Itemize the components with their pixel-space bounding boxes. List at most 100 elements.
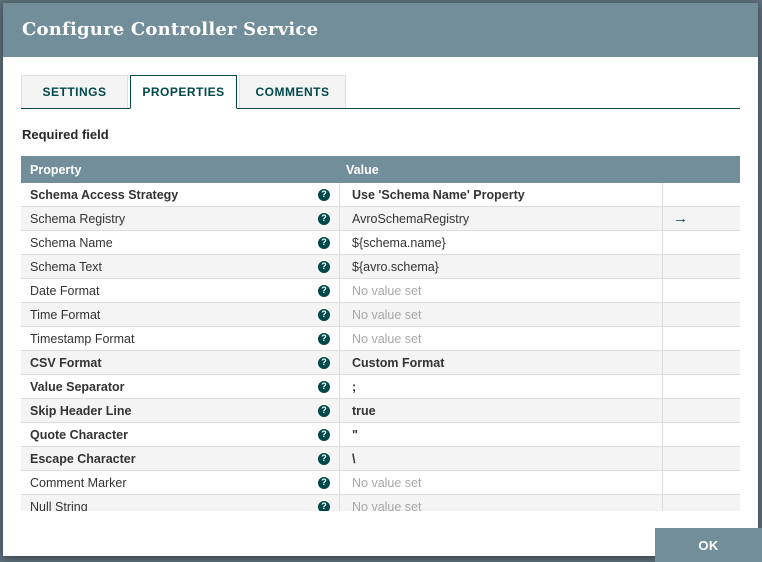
property-name: Escape Character [30,451,136,466]
action-cell [662,471,740,494]
action-cell [662,447,740,470]
property-name-cell: Skip Header Line? [21,399,340,422]
table-row[interactable]: Schema Name? ${schema.name} [21,231,740,255]
property-name: Schema Text [30,259,103,274]
help-icon[interactable]: ? [318,428,330,441]
help-icon[interactable]: ? [318,452,330,465]
help-icon[interactable]: ? [318,380,330,393]
property-name: CSV Format [30,355,102,370]
property-name: Skip Header Line [30,403,132,418]
help-icon[interactable]: ? [318,260,330,273]
table-row[interactable]: Time Format? No value set [21,303,740,327]
property-name-cell: CSV Format? [21,351,340,374]
table-row[interactable]: Timestamp Format? No value set [21,327,740,351]
action-cell[interactable]: → [662,207,740,230]
property-name-cell: Schema Registry? [21,207,340,230]
action-cell [662,231,740,254]
property-name: Null String [30,499,88,512]
property-value-cell[interactable]: \ [340,447,662,470]
column-header-value: Value [346,162,379,177]
table-row[interactable]: Schema Text? ${avro.schema} [21,255,740,279]
property-name-cell: Schema Name? [21,231,340,254]
property-name: Schema Access Strategy [30,187,179,202]
action-cell [662,183,740,206]
table-header-row: Property Value [21,156,740,183]
property-value-cell[interactable]: No value set [340,471,662,494]
property-value-cell[interactable]: Custom Format [340,351,662,374]
property-value-cell[interactable]: ; [340,375,662,398]
property-name-cell: Escape Character? [21,447,340,470]
configure-controller-service-dialog: Configure Controller Service SETTINGS PRO… [3,3,758,556]
screen-backdrop: Configure Controller Service SETTINGS PRO… [0,0,762,562]
table-row[interactable]: Skip Header Line? true [21,399,740,423]
property-name: Schema Registry [30,211,126,226]
dialog-content: SETTINGS PROPERTIES COMMENTS Required fiel… [3,74,758,511]
table-row[interactable]: Value Separator?; [21,375,740,399]
property-table-body: Schema Access Strategy? Use 'Schema Name'… [21,183,740,511]
property-name: Value Separator [30,379,125,394]
help-icon[interactable]: ? [318,308,330,321]
property-name-cell: Time Format? [21,303,340,326]
table-row[interactable]: Schema Access Strategy? Use 'Schema Name'… [21,183,740,207]
property-value-cell[interactable]: No value set [340,279,662,302]
property-name-cell: Schema Access Strategy? [21,183,340,206]
tab-bar: SETTINGS PROPERTIES COMMENTS [21,74,740,109]
table-row[interactable]: Schema Registry? AvroSchemaRegistry → [21,207,740,231]
property-name: Schema Name [30,235,113,250]
table-row[interactable]: Date Format? No value set [21,279,740,303]
property-name-cell: Value Separator? [21,375,340,398]
help-icon[interactable]: ? [318,356,330,369]
action-cell [662,327,740,350]
table-row[interactable]: Null String? No value set [21,495,740,511]
help-icon[interactable]: ? [318,236,330,249]
dialog-title: Configure Controller Service [22,19,319,40]
help-icon[interactable]: ? [318,500,330,511]
property-name-cell: Schema Text? [21,255,340,278]
property-value-cell[interactable]: true [340,399,662,422]
property-name-cell: Null String? [21,495,340,511]
action-cell [662,279,740,302]
table-row[interactable]: Escape Character? \ [21,447,740,471]
tab-properties[interactable]: PROPERTIES [130,75,237,109]
property-name-cell: Timestamp Format? [21,327,340,350]
action-cell [662,375,740,398]
action-cell [662,495,740,511]
action-cell [662,423,740,446]
property-value-cell[interactable]: AvroSchemaRegistry [340,207,662,230]
property-table: Property Value Schema Access Strategy? Us… [21,156,740,511]
action-cell [662,255,740,278]
ok-button[interactable]: OK [655,528,762,562]
table-row[interactable]: CSV Format? Custom Format [21,351,740,375]
action-cell [662,303,740,326]
property-value-cell[interactable]: No value set [340,303,662,326]
property-value-cell[interactable]: ${schema.name} [340,231,662,254]
property-name: Comment Marker [30,475,127,490]
property-name-cell: Comment Marker? [21,471,340,494]
help-icon[interactable]: ? [318,188,330,201]
tab-settings[interactable]: SETTINGS [21,75,128,108]
help-icon[interactable]: ? [318,212,330,225]
help-icon[interactable]: ? [318,332,330,345]
table-row[interactable]: Quote Character? " [21,423,740,447]
property-name: Quote Character [30,427,128,442]
property-value-cell[interactable]: Use 'Schema Name' Property [340,183,662,206]
property-value-cell[interactable]: " [340,423,662,446]
property-value-cell[interactable]: No value set [340,327,662,350]
go-to-service-arrow-icon[interactable]: → [673,210,688,227]
dialog-titlebar: Configure Controller Service [3,3,758,57]
help-icon[interactable]: ? [318,476,330,489]
property-name: Time Format [30,307,101,322]
help-icon[interactable]: ? [318,284,330,297]
required-field-note: Required field [22,127,109,142]
tab-comments[interactable]: COMMENTS [239,75,346,108]
property-name-cell: Quote Character? [21,423,340,446]
help-icon[interactable]: ? [318,404,330,417]
action-cell [662,351,740,374]
property-name-cell: Date Format? [21,279,340,302]
property-name: Timestamp Format [30,331,135,346]
table-row[interactable]: Comment Marker? No value set [21,471,740,495]
property-value-cell[interactable]: No value set [340,495,662,512]
property-value-cell[interactable]: ${avro.schema} [340,255,662,278]
property-name: Date Format [30,283,100,298]
action-cell [662,399,740,422]
